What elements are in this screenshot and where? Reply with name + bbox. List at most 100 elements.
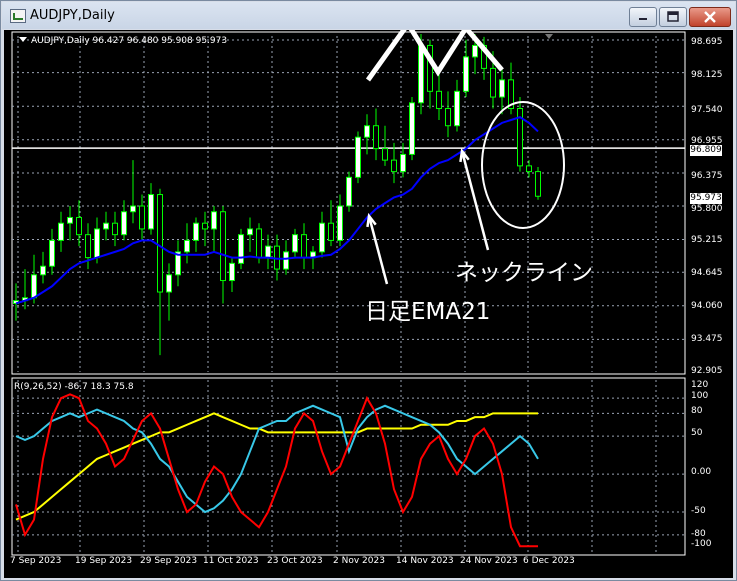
price-level: 94.060 [691,301,723,311]
candle-body [49,239,55,267]
date-label: 23 Oct 2023 [267,556,323,566]
rci-level: 100 [691,391,709,401]
price-level: 94.645 [691,268,723,278]
date-label: 7 Sep 2023 [10,556,62,566]
rci-level: -100 [691,539,712,549]
main-chart-info: AUDJPY,Daily 96.427 96.480 95.908 95.973 [19,36,227,46]
price-level: 98.125 [691,70,723,80]
candle-body [265,245,271,259]
candle-body [391,159,397,173]
candle-body [121,211,127,236]
maximize-button[interactable] [659,7,687,27]
candle-body [337,205,343,241]
candle-body [85,234,91,259]
rci-level: -80 [691,529,706,539]
candle-body [463,56,469,92]
candle-body [229,262,235,282]
close-button[interactable] [689,7,731,27]
candle-body [247,228,253,236]
candle-body [445,108,451,127]
candle-body [202,222,208,230]
candle-body [211,211,217,230]
rci-level: 120 [691,380,709,390]
candle-body [130,205,136,213]
candle-body [436,90,442,110]
rci-level: 0.00 [691,467,712,477]
chart-area[interactable]: AUDJPY,Daily 96.427 96.480 95.908 95.973… [4,30,733,578]
candle-body [328,222,334,241]
terminal-window: AUDJPY,Daily AUDJPY,Daily 96.427 96.480 … [0,0,737,581]
neckline-annotation: ネックライン [455,260,593,286]
chart-shift-icon [545,34,553,39]
candle-body [220,211,226,282]
candle-body [112,222,118,236]
candle-body [526,165,532,173]
candle-body [256,228,262,259]
date-label: 19 Sep 2023 [75,556,133,566]
candle-body [166,274,172,293]
candle-body [454,90,460,127]
date-label: 24 Nov 2023 [460,556,518,566]
candle-body [31,274,37,299]
candle-body [490,67,496,98]
date-label: 2 Nov 2023 [333,556,385,566]
chart-app-icon [10,9,26,23]
rci-level: -50 [691,506,706,516]
candle-body [103,222,109,230]
price-level: 95.800 [691,204,723,214]
rci-panel-frame [11,377,686,556]
candle-body [535,171,541,197]
candle-body [364,125,370,138]
candle-body [157,194,163,293]
candle-body [292,234,298,253]
candle-body [355,136,361,178]
price-level: 96.375 [691,171,723,181]
candle-body [67,216,73,224]
candle-body [373,125,379,150]
maximize-icon [667,11,679,22]
candle-body [346,176,352,207]
candle-body [76,216,82,236]
candle-body [499,79,505,98]
candle-body [238,234,244,264]
candle-body [400,153,406,173]
date-label: 11 Oct 2023 [203,556,259,566]
neckline-price-tag: 96.809 [690,145,722,156]
candle-body [319,222,325,253]
date-label: 14 Nov 2023 [396,556,454,566]
candle-body [148,194,154,230]
ema-arrow [367,215,389,285]
candle-body [58,222,64,241]
ema21-annotation: 日足EMA21 [365,299,491,325]
candle-body [139,205,145,230]
rci-long-line [15,412,538,521]
price-level: 95.215 [691,235,723,245]
candle-body [301,234,307,259]
candle-body [193,222,199,241]
rci-indicator-info: R(9,26,52) -86.7 18.3 75.8 [14,382,134,392]
candle-body [283,251,289,270]
window-title: AUDJPY,Daily [30,8,115,23]
last-price-tag: 95.973 [690,193,722,204]
candle-body [382,148,388,161]
minimize-icon [639,18,647,20]
rci-level: 80 [691,406,703,416]
minimize-button[interactable] [629,7,657,27]
rci-level: 50 [691,428,703,438]
price-level: 92.905 [691,366,723,376]
date-label: 6 Dec 2023 [523,556,575,566]
neckline-arrow [460,150,490,251]
price-level: 98.695 [691,37,723,47]
title-bar[interactable]: AUDJPY,Daily [2,2,735,29]
close-icon [704,11,716,23]
candle-body [472,44,478,58]
candle-body [184,239,190,253]
candle-body [418,44,424,104]
candle-body [409,102,415,155]
rci-short-line [15,393,538,548]
date-label: 29 Sep 2023 [140,556,198,566]
price-level: 93.475 [691,334,723,344]
price-level: 97.540 [691,105,723,115]
candle-body [94,228,100,259]
candle-body [40,265,46,276]
